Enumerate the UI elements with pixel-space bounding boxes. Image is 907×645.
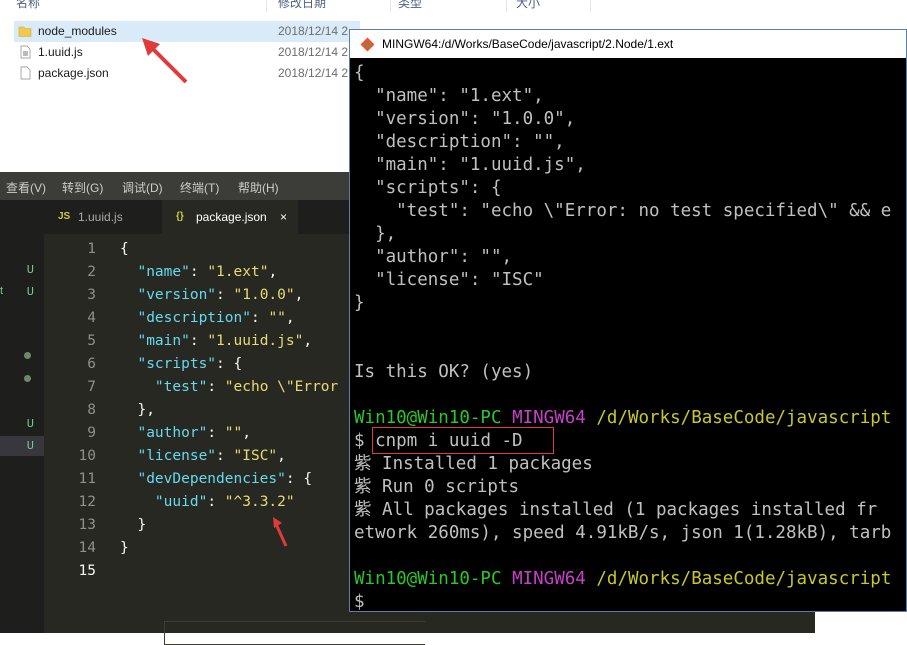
line-number: 2 [87,264,96,280]
line-number: 15 [78,563,96,579]
js-file-icon [20,45,31,59]
untracked-badge: U [26,285,34,299]
terminal-line: "scripts": { [354,178,502,198]
terminal-line: etwork 260ms), speed 4.91kB/s, json 1(1.… [354,523,892,543]
terminal-output[interactable]: { "name": "1.ext", "version": "1.0.0", "… [350,58,906,611]
modified-dot-icon [24,352,31,359]
line-number: 11 [78,471,96,487]
untracked-badge: U [26,417,34,431]
js-icon: JS [58,211,71,222]
git-bash-icon [360,37,375,52]
terminal-line: Is this OK? (yes) [354,362,534,382]
file-name: node_modules [38,24,117,38]
terminal-line: "main": "1.uuid.js", [354,155,586,175]
column-header-date[interactable]: 修改日期 [278,0,391,12]
json-braces-icon: {} [176,211,184,222]
tab-label: package.json [196,210,267,224]
sidebar-item-label: t [0,285,4,297]
file-name: package.json [38,66,109,80]
terminal-line: "license": "ISC" [354,270,544,290]
sidebar-item[interactable]: U [0,436,44,456]
file-date: 2018/12/14 2 [278,66,349,80]
line-number: 14 [78,540,96,556]
modified-dot-icon [24,375,31,382]
terminal-prompt: Win10@Win10-PC MINGW64 /d/Works/BaseCode… [354,569,892,589]
menu-item-debug[interactable]: 调试(D) [122,179,163,196]
menu-item-view[interactable]: 查看(V) [6,179,46,196]
sidebar-item[interactable]: U [0,260,44,280]
line-number: 5 [87,333,96,349]
annotation-arrow-icon [142,38,188,84]
menu-item-terminal[interactable]: 终端(T) [180,179,219,196]
menu-item-goto[interactable]: 转到(G) [62,179,103,196]
line-number: 12 [78,494,96,510]
current-line-highlight [164,621,425,645]
line-number: 13 [78,517,96,533]
terminal-input-line[interactable]: $ [354,591,365,611]
terminal-line: "name": "1.ext", [354,86,544,106]
file-date: 2018/12/14 2 [278,24,349,38]
sidebar-item[interactable]: U [0,414,44,434]
tab-package-json[interactable]: {} package.json × [162,200,298,234]
file-date: 2018/12/14 2 [278,45,349,59]
folder-icon [18,26,32,37]
column-header-size[interactable]: 大小 [516,0,591,12]
tab-close-icon[interactable]: × [280,210,287,224]
annotation-arrow-icon [273,517,288,547]
line-number: 3 [87,287,96,303]
column-header-type[interactable]: 类型 [398,0,507,12]
tab-label: 1.uuid.js [78,210,123,224]
line-number: 7 [87,379,96,395]
line-number: 1 [87,241,96,257]
menu-item-help[interactable]: 帮助(H) [238,179,279,196]
source-control-sidebar: U tU U U [0,234,44,633]
sidebar-item[interactable]: tU [0,282,44,302]
line-number: 6 [87,356,96,372]
untracked-badge: U [26,263,34,277]
command-highlight-box [372,427,554,454]
terminal-line: "test": "echo \"Error: no test specified… [354,201,892,221]
terminal-line: { [354,63,365,83]
terminal-line: 紫 All packages installed (1 packages ins… [354,500,878,520]
terminal-title: MINGW64:/d/Works/BaseCode/javascript/2.N… [382,37,674,51]
file-name: 1.uuid.js [38,45,83,59]
terminal-line: "description": "", [354,132,565,152]
untracked-badge: U [26,439,34,453]
terminal-line: 紫 Run 0 scripts [354,477,520,497]
terminal-title-bar[interactable]: MINGW64:/d/Works/BaseCode/javascript/2.N… [350,30,906,58]
column-header-name[interactable]: 名称 [16,0,267,12]
line-number: 9 [87,425,96,441]
terminal-line: }, [354,224,397,244]
line-number: 8 [87,402,96,418]
terminal-line: 紫 Installed 1 packages [354,454,593,474]
json-file-icon [20,66,31,80]
terminal-line: "author": "", [354,247,513,267]
line-number: 10 [78,448,96,464]
terminal-line: } [354,293,365,313]
terminal-line: "version": "1.0.0", [354,109,576,129]
line-number: 4 [87,310,96,326]
terminal-window[interactable]: MINGW64:/d/Works/BaseCode/javascript/2.N… [349,29,907,612]
tab-uuid-js[interactable]: JS 1.uuid.js [46,200,160,234]
